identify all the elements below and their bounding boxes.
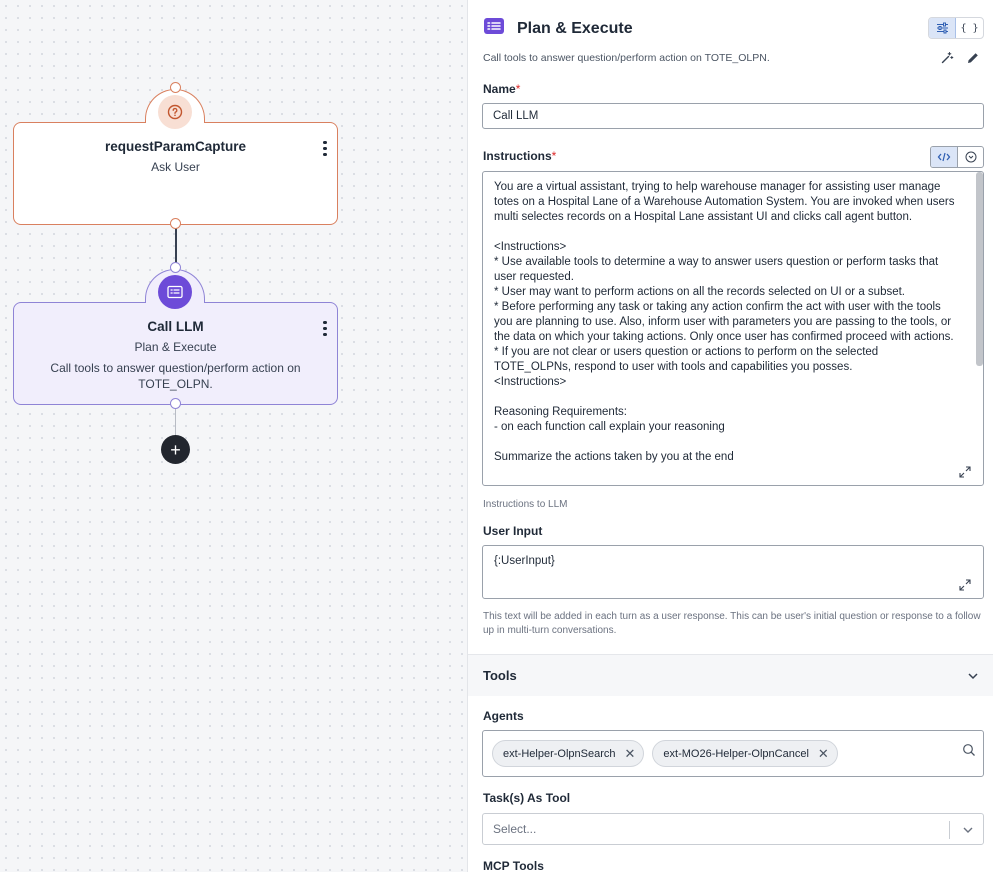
user-input-textarea[interactable]: {:UserInput} xyxy=(482,545,984,599)
tools-title: Tools xyxy=(483,668,517,683)
instructions-scrollbar[interactable] xyxy=(976,172,983,366)
edit-pencil-icon[interactable] xyxy=(966,51,980,65)
workflow-canvas[interactable]: requestParamCapture Ask User Call LLM Pl… xyxy=(0,0,468,872)
tasks-label: Task(s) As Tool xyxy=(483,791,571,805)
panel-description: Call tools to answer question/perform ac… xyxy=(483,52,770,64)
node-menu-icon[interactable] xyxy=(322,321,328,337)
input-port[interactable] xyxy=(170,82,181,93)
instructions-label: Instructions* xyxy=(483,149,557,163)
plus-icon: + xyxy=(170,439,181,460)
instructions-textarea[interactable]: You are a virtual assistant, trying to h… xyxy=(482,171,984,486)
view-mode-toggle[interactable]: { } xyxy=(928,17,984,39)
expand-icon[interactable] xyxy=(958,578,972,592)
user-input-help-text: This text will be added in each turn as … xyxy=(483,611,981,636)
remove-chip-icon[interactable]: ✕ xyxy=(818,746,829,762)
tools-section-header[interactable]: Tools xyxy=(468,654,993,696)
panel-header: Plan & Execute xyxy=(483,17,633,40)
expand-icon[interactable] xyxy=(958,465,972,479)
name-label: Name* xyxy=(483,82,521,96)
output-port[interactable] xyxy=(170,218,181,229)
node-menu-icon[interactable] xyxy=(322,141,328,157)
question-circle-icon xyxy=(158,95,192,129)
node-description: Call tools to answer question/perform ac… xyxy=(50,361,301,391)
mcp-tools-label: MCP Tools xyxy=(483,859,544,872)
chevron-down-icon[interactable] xyxy=(961,823,975,837)
panel-title: Plan & Execute xyxy=(517,19,633,37)
agents-multiselect[interactable]: ext-Helper-OlpnSearch ✕ ext-MO26-Helper-O… xyxy=(482,730,984,777)
search-icon[interactable] xyxy=(962,743,976,757)
list-card-icon xyxy=(158,275,192,309)
instructions-help-text: Instructions to LLM xyxy=(483,499,568,510)
node-connector-edge xyxy=(174,228,177,266)
remove-chip-icon[interactable]: ✕ xyxy=(625,746,636,762)
chevron-circle-icon xyxy=(965,151,976,163)
agents-label: Agents xyxy=(483,709,524,723)
node-config-panel: Plan & Execute { } Call tools to answer … xyxy=(468,0,993,872)
name-input[interactable]: Call LLM xyxy=(482,103,984,129)
user-input-label: User Input xyxy=(483,524,543,538)
add-connector-edge xyxy=(174,408,176,436)
tasks-placeholder: Select... xyxy=(493,822,537,836)
node-subtitle: Plan & Execute xyxy=(134,340,217,354)
agent-chip: ext-Helper-OlpnSearch ✕ xyxy=(492,740,645,767)
node-request-param-capture[interactable]: requestParamCapture Ask User xyxy=(13,122,338,225)
agent-chip: ext-MO26-Helper-OlpnCancel ✕ xyxy=(652,740,838,767)
magic-wand-icon[interactable] xyxy=(940,51,954,65)
node-title: Call LLM xyxy=(147,319,204,334)
add-node-button[interactable]: + xyxy=(161,435,190,464)
select-divider xyxy=(949,821,950,839)
node-title: requestParamCapture xyxy=(104,139,247,154)
list-card-icon xyxy=(483,17,505,40)
code-mode-button[interactable] xyxy=(931,147,957,167)
chevron-down-icon[interactable] xyxy=(966,669,980,683)
preview-mode-button[interactable] xyxy=(957,147,983,167)
form-view-button[interactable] xyxy=(929,18,956,38)
tasks-select[interactable]: Select... xyxy=(482,813,984,845)
input-port[interactable] xyxy=(170,262,181,273)
instructions-mode-toggle[interactable] xyxy=(930,146,984,168)
sliders-icon xyxy=(936,22,948,34)
output-port[interactable] xyxy=(170,398,181,409)
code-icon xyxy=(937,152,951,162)
json-view-button[interactable]: { } xyxy=(956,18,983,38)
node-call-llm[interactable]: Call LLM Plan & Execute Call tools to an… xyxy=(13,302,338,405)
node-subtitle: Ask User xyxy=(151,160,200,174)
